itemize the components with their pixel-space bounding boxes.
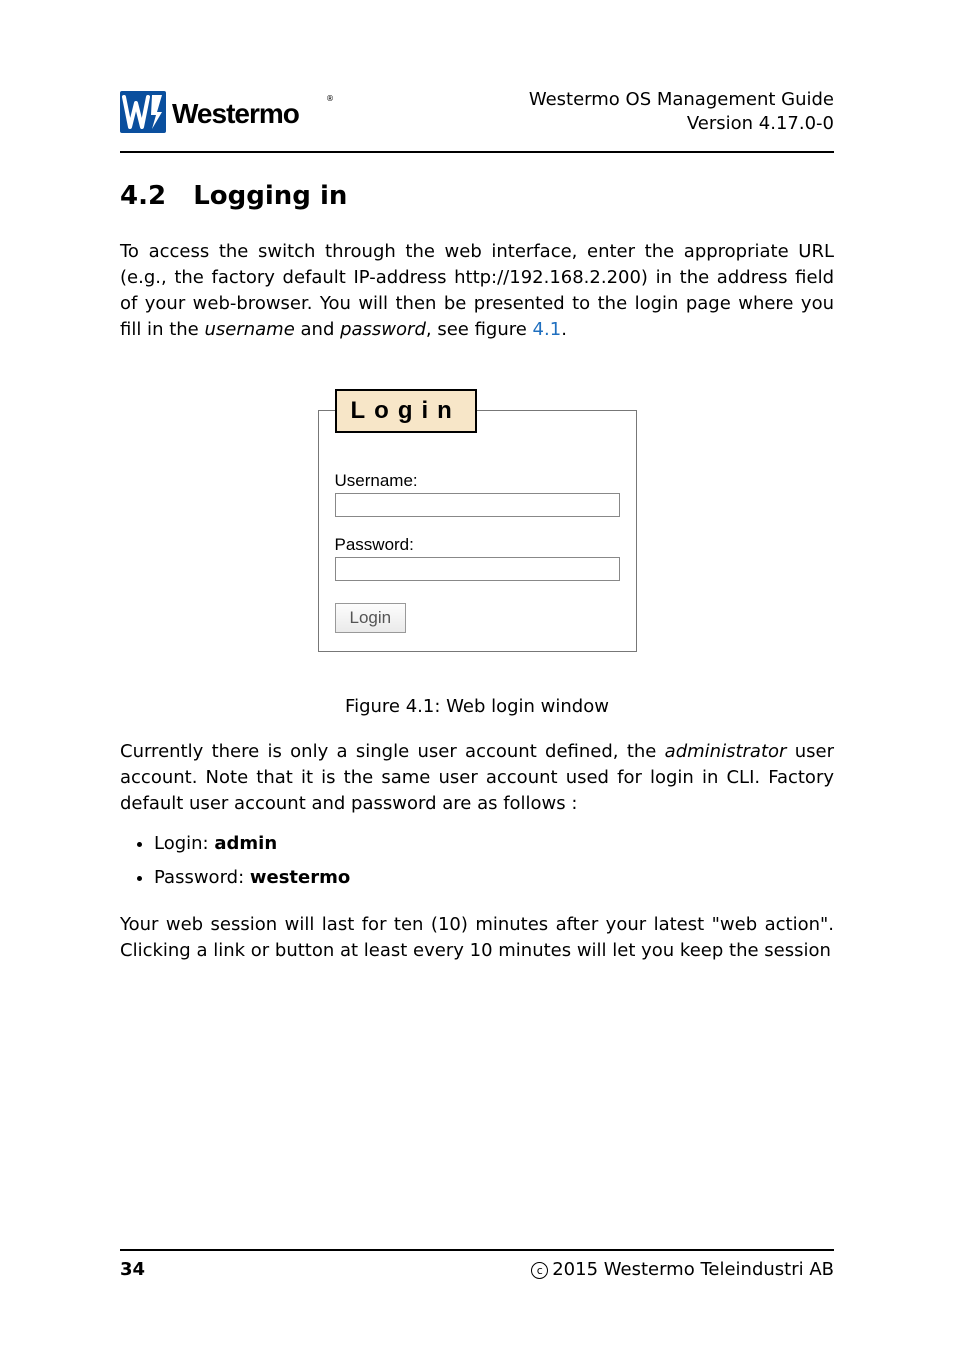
page-header: Westermo ® Westermo OS Management Guide …: [120, 88, 834, 151]
login-button[interactable]: Login: [335, 603, 407, 633]
footer-rule: [120, 1249, 834, 1251]
intro-paragraph: To access the switch through the web int…: [120, 239, 834, 343]
section-heading: 4.2 Logging in: [120, 181, 834, 211]
figure-login-window: Login Username: Password: Login: [120, 389, 834, 652]
password-input[interactable]: [335, 557, 620, 581]
login-fieldset: Login Username: Password: Login: [318, 389, 637, 652]
figure-caption: Figure 4.1: Web login window: [120, 696, 834, 717]
header-rule: [120, 151, 834, 153]
page-footer: 34 c2015 Westermo Teleindustri AB: [120, 1249, 834, 1280]
username-input[interactable]: [335, 493, 620, 517]
copyright: c2015 Westermo Teleindustri AB: [531, 1259, 834, 1280]
svg-text:®: ®: [326, 94, 334, 103]
username-label: Username:: [335, 471, 620, 491]
westermo-logo: Westermo ®: [120, 89, 336, 135]
session-paragraph: Your web session will last for ten (10) …: [120, 912, 834, 964]
page-number: 34: [120, 1259, 145, 1280]
password-credential: Password: westermo: [154, 861, 834, 895]
svg-text:Westermo: Westermo: [172, 98, 300, 129]
header-title: Westermo OS Management Guide Version 4.1…: [529, 88, 834, 137]
password-label: Password:: [335, 535, 620, 555]
admin-account-paragraph: Currently there is only a single user ac…: [120, 739, 834, 817]
section-title-text: Logging in: [193, 181, 347, 211]
figure-ref-link[interactable]: 4.1: [533, 319, 562, 340]
copyright-icon: c: [531, 1262, 548, 1279]
section-number: 4.2: [120, 181, 166, 211]
login-credential: Login: admin: [154, 827, 834, 861]
credentials-list: Login: admin Password: westermo: [120, 827, 834, 895]
login-legend: Login: [335, 389, 477, 433]
doc-version: Version 4.17.0-0: [529, 112, 834, 136]
doc-title: Westermo OS Management Guide: [529, 88, 834, 112]
